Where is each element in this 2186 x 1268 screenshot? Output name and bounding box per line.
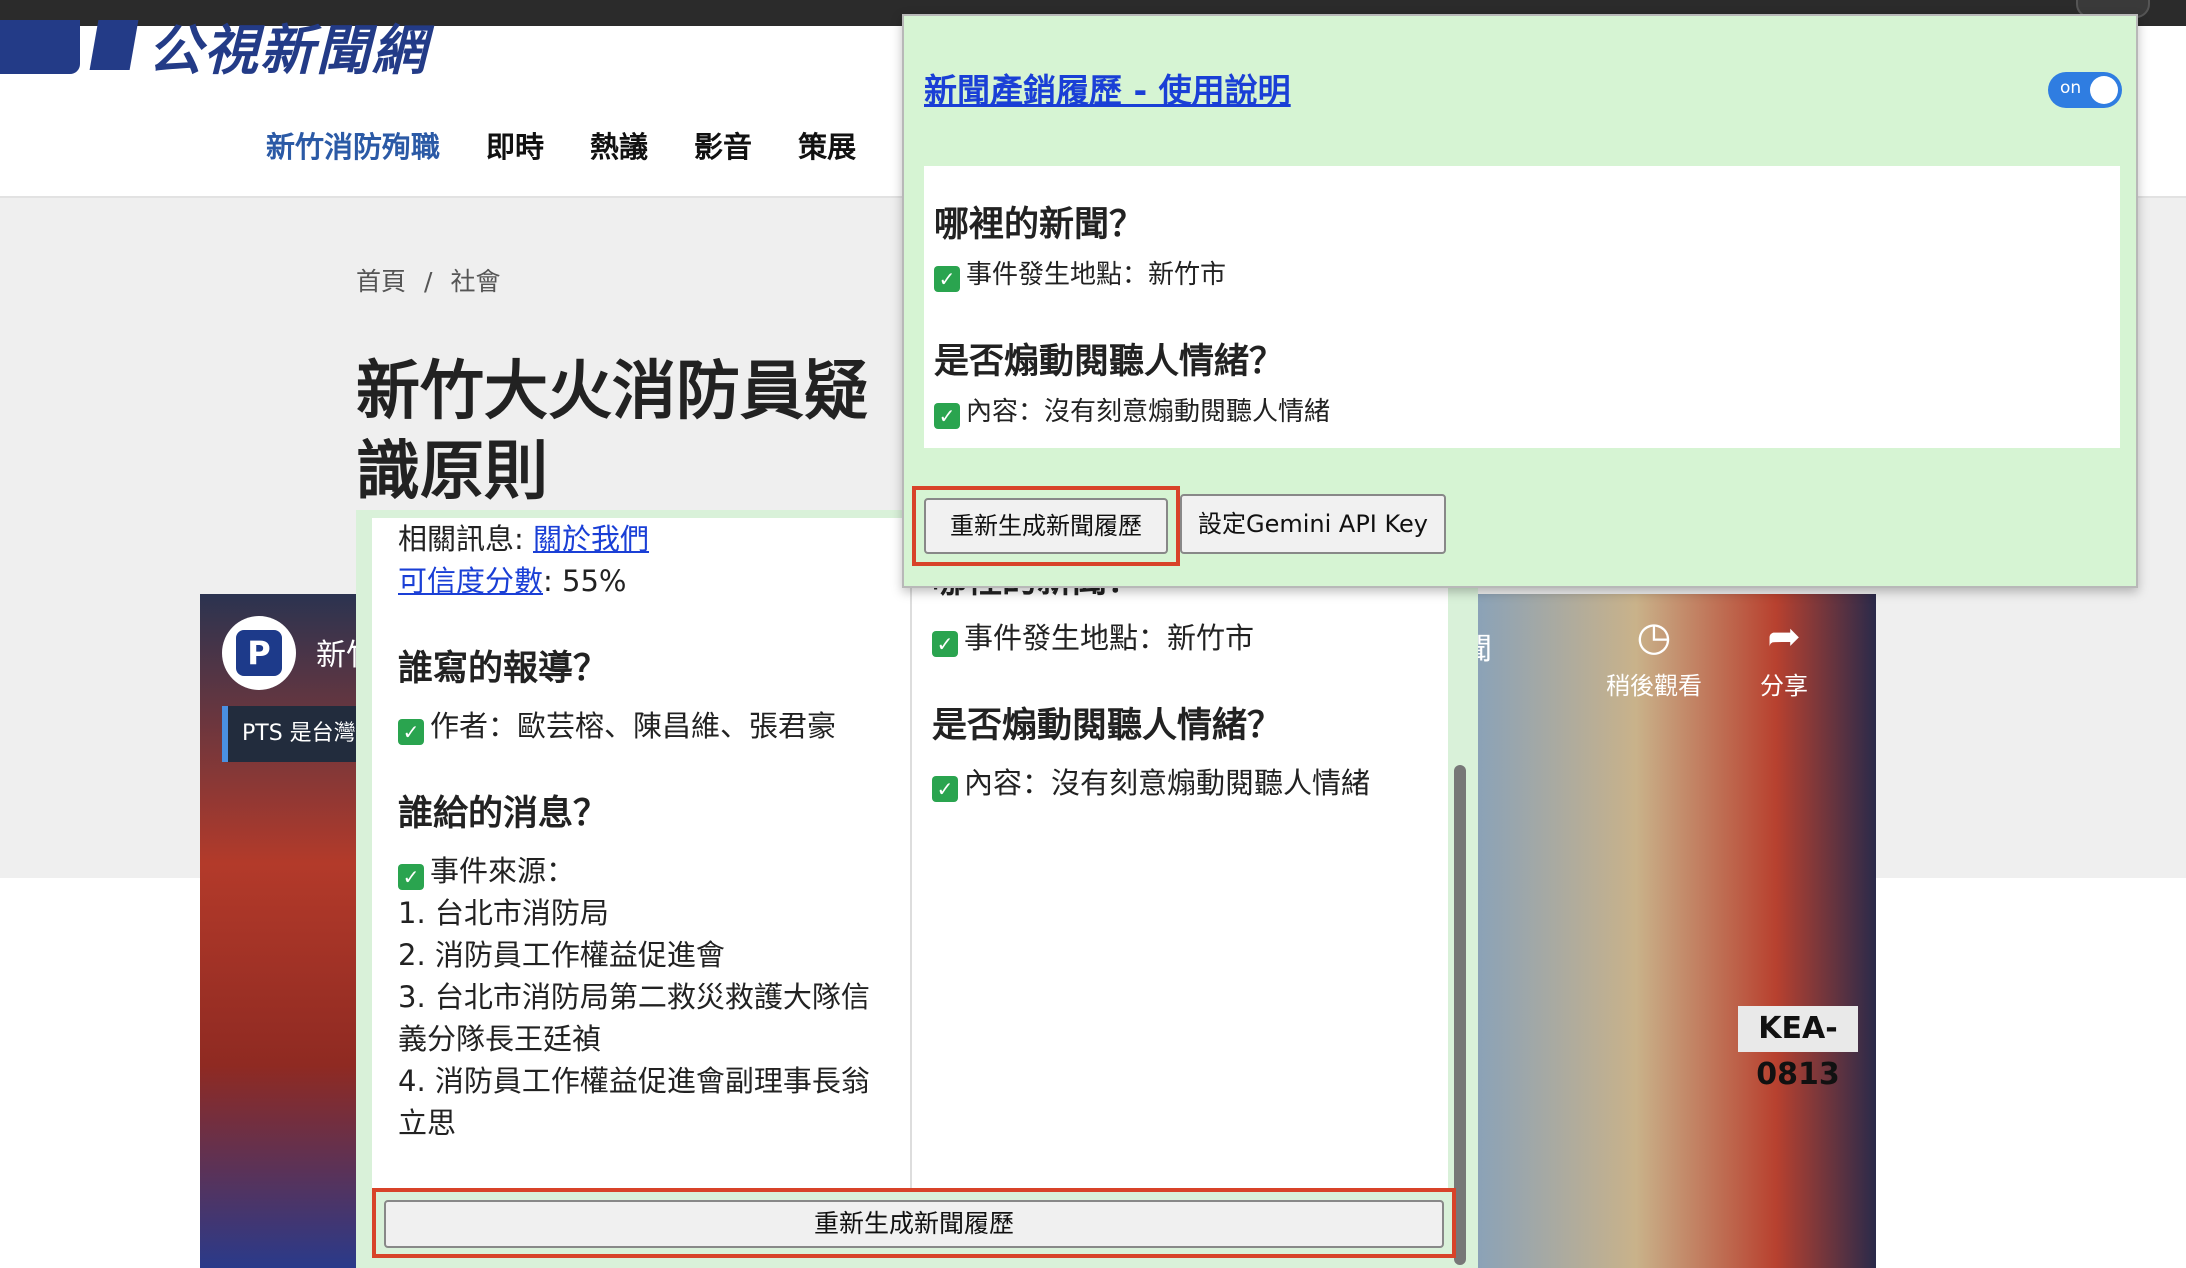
inline-regenerate-button[interactable]: 重新生成新聞履歷 (384, 1200, 1444, 1248)
popup-emotion-heading: 是否煽動閱聽人情緒？ (934, 342, 1285, 382)
nav-item-hot[interactable]: 熱議 (590, 124, 648, 166)
popup-location-line: ✓ 事件發生地點：新竹市 (934, 257, 2110, 293)
emotion-heading: 是否煽動閱聽人情緒？ (932, 706, 1283, 746)
credibility-score-value: : 55% (543, 564, 627, 598)
breadcrumb-home[interactable]: 首頁 (356, 267, 406, 296)
toggle-label: on (2060, 78, 2082, 98)
watch-later-button[interactable]: ◷ 稍後觀看 (1604, 614, 1704, 701)
about-us-link[interactable]: 關於我們 (533, 522, 649, 556)
inline-right-column: 哪裡的新聞？ ✓事件發生地點：新竹市 是否煽動閱聽人情緒？ ✓內容：沒有刻意煽動… (912, 518, 1448, 1188)
video-frame-left (200, 594, 380, 1268)
popup-location-text: 事件發生地點：新竹市 (966, 260, 1227, 290)
share-arrow-icon: ➦ (1767, 614, 1801, 660)
set-api-key-button[interactable]: 設定Gemini API Key (1180, 494, 1446, 554)
article-headline: 新竹大火消防員疑 識原則 (356, 352, 916, 512)
source-item: 2. 消防員工作權益促進會 (398, 938, 725, 972)
headline-line-1: 新竹大火消防員疑 (356, 355, 868, 429)
pts-logo-icon: P (236, 630, 282, 676)
main-nav: 新竹消防殉職 即時 熱議 影音 策展 (266, 124, 856, 166)
site-logo-mark[interactable] (0, 20, 80, 74)
source-label: 事件來源： (430, 854, 576, 888)
related-label: 相關訊息: (398, 522, 533, 556)
location-line: ✓ 事件發生地點：新竹市 (932, 617, 1448, 659)
channel-logo[interactable]: P (222, 616, 296, 690)
popup-regenerate-button[interactable]: 重新生成新聞履歷 (924, 498, 1168, 554)
location-text: 事件發生地點：新竹市 (964, 621, 1255, 655)
breadcrumb-society[interactable]: 社會 (450, 267, 500, 296)
author-text: 作者：歐芸榕、陳昌維、張君豪 (430, 709, 837, 743)
source-item: 3. 台北市消防局第二救災救護大隊信 (398, 980, 870, 1014)
source-item: 4. 消防員工作權益促進會副理事長翁 (398, 1064, 870, 1098)
credibility-line: 可信度分數: 55% (398, 560, 910, 602)
watch-later-label: 稍後觀看 (1606, 672, 1702, 700)
site-logo-mark-2 (89, 20, 139, 70)
check-icon: ✓ (934, 266, 960, 292)
who-gave-heading: 誰給的消息？ (398, 794, 609, 834)
popup-title-link[interactable]: 新聞產銷履歷 - 使用說明 (924, 64, 1291, 112)
inline-panel-content: 相關訊息: 關於我們 可信度分數: 55% 誰寫的報導？ ✓ 作者：歐芸榕、陳昌維… (372, 518, 1448, 1188)
extension-popup: 新聞產銷履歷 - 使用說明 on 哪裡的新聞？ ✓ 事件發生地點：新竹市 是否煽動… (902, 14, 2138, 588)
enable-toggle[interactable]: on (2048, 72, 2122, 108)
clock-icon: ◷ (1636, 614, 1672, 660)
toggle-knob (2090, 76, 2118, 104)
site-logo-text[interactable]: 公視新聞網 (148, 6, 428, 85)
nav-item-video[interactable]: 影音 (694, 124, 752, 166)
license-plate: KEA-0813 (1738, 1006, 1858, 1092)
popup-content: 哪裡的新聞？ ✓ 事件發生地點：新竹市 是否煽動閱聽人情緒？ ✓ 內容：沒有刻意煽動… (924, 166, 2120, 448)
emotion-line: ✓ 內容：沒有刻意煽動閱聽人情緒 (932, 762, 1448, 804)
breadcrumb: 首頁 / 社會 (356, 262, 500, 298)
author-line: ✓ 作者：歐芸榕、陳昌維、張君豪 (398, 705, 910, 747)
credibility-score-link[interactable]: 可信度分數 (398, 564, 543, 598)
check-icon: ✓ (398, 864, 424, 890)
emotion-text: 內容：沒有刻意煽動閱聽人情緒 (964, 766, 1371, 800)
check-icon: ✓ (932, 776, 958, 802)
who-wrote-heading: 誰寫的報導？ (398, 649, 609, 689)
popup-emotion-line: ✓ 內容：沒有刻意煽動閱聽人情緒 (934, 394, 2110, 430)
nav-item-hsinchu-fire[interactable]: 新竹消防殉職 (266, 124, 440, 166)
highlight-frame: 重新生成新聞履歷 (912, 486, 1180, 566)
popup-where-heading: 哪裡的新聞？ (934, 205, 1145, 245)
inline-left-column: 相關訊息: 關於我們 可信度分數: 55% 誰寫的報導？ ✓ 作者：歐芸榕、陳昌維… (372, 518, 912, 1188)
highlight-frame: 重新生成新聞履歷 (372, 1188, 1456, 1258)
source-item: 立思 (398, 1106, 457, 1140)
check-icon: ✓ (932, 631, 958, 657)
breadcrumb-separator: / (424, 267, 433, 296)
related-line: 相關訊息: 關於我們 (398, 518, 910, 560)
check-icon: ✓ (398, 719, 424, 745)
nav-item-curation[interactable]: 策展 (798, 124, 856, 166)
source-label-line: ✓ 事件來源： (398, 850, 910, 892)
share-label: 分享 (1760, 672, 1808, 700)
share-button[interactable]: ➦ 分享 (1734, 614, 1834, 701)
headline-line-2: 識原則 (356, 435, 548, 509)
nav-item-latest[interactable]: 即時 (486, 124, 544, 166)
check-icon: ✓ (934, 403, 960, 429)
source-item: 1. 台北市消防局 (398, 896, 609, 930)
popup-emotion-text: 內容：沒有刻意煽動閱聽人情緒 (966, 397, 1331, 427)
inline-news-history-panel: 相關訊息: 關於我們 可信度分數: 55% 誰寫的報導？ ✓ 作者：歐芸榕、陳昌維… (356, 510, 1478, 1268)
source-item: 義分隊長王廷禎 (398, 1022, 602, 1056)
